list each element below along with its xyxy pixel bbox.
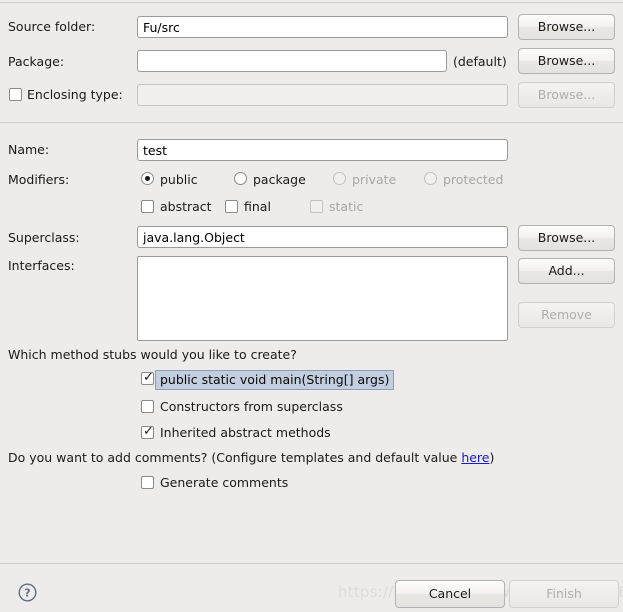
enclosing-type-browse-button: Browse... xyxy=(518,82,615,108)
superclass-input[interactable] xyxy=(137,226,508,248)
modifier-label-static: static xyxy=(329,199,363,215)
modifier-label-public: public xyxy=(160,172,198,188)
package-label: Package: xyxy=(8,54,64,70)
comments-question-suffix: ) xyxy=(489,450,494,465)
bottom-divider xyxy=(0,563,623,564)
class-name-label: Name: xyxy=(8,142,49,158)
modifier-label-package: package xyxy=(253,172,306,188)
cancel-button[interactable]: Cancel xyxy=(395,580,505,608)
comments-question: Do you want to add comments? (Configure … xyxy=(8,450,494,466)
package-browse-button[interactable]: Browse... xyxy=(518,48,615,74)
generate-comments-checkbox[interactable] xyxy=(141,476,154,489)
modifier-label-private: private xyxy=(352,172,396,188)
source-folder-label: Source folder: xyxy=(8,19,95,35)
modifiers-label: Modifiers: xyxy=(8,172,69,188)
interfaces-add-button[interactable]: Add... xyxy=(518,258,615,284)
finish-button: Finish xyxy=(509,580,619,608)
method-stub-checkbox-main[interactable]: ✓ xyxy=(141,372,154,385)
svg-text:?: ? xyxy=(24,587,30,600)
package-input[interactable] xyxy=(137,50,447,72)
help-circle-icon[interactable]: ? xyxy=(18,583,37,602)
modifier-radio-private xyxy=(333,172,346,185)
method-stub-label-constructors: Constructors from superclass xyxy=(160,399,343,415)
modifier-radio-public[interactable] xyxy=(141,172,154,185)
interfaces-remove-button: Remove xyxy=(518,302,615,328)
configure-templates-link[interactable]: here xyxy=(461,450,489,465)
top-divider xyxy=(0,2,623,3)
new-java-class-dialog: Source folder: Browse... Package: (defau… xyxy=(0,0,623,612)
modifier-label-final: final xyxy=(244,199,271,215)
radio-dot xyxy=(145,176,150,181)
comments-question-prefix: Do you want to add comments? (Configure … xyxy=(8,450,461,465)
method-stubs-question: Which method stubs would you like to cre… xyxy=(8,347,297,363)
modifier-radio-package[interactable] xyxy=(234,172,247,185)
package-default-label: (default) xyxy=(453,54,507,70)
middle-divider xyxy=(0,122,623,123)
method-stub-checkbox-inherited[interactable]: ✓ xyxy=(141,426,154,439)
generate-comments-label: Generate comments xyxy=(160,475,288,491)
method-stub-checkbox-constructors[interactable] xyxy=(141,400,154,413)
source-folder-browse-button[interactable]: Browse... xyxy=(518,14,615,40)
modifier-checkbox-abstract[interactable] xyxy=(141,200,154,213)
enclosing-type-input xyxy=(137,84,508,106)
modifier-label-abstract: abstract xyxy=(160,199,212,215)
class-name-input[interactable] xyxy=(137,139,508,161)
superclass-label: Superclass: xyxy=(8,230,80,246)
enclosing-type-label: Enclosing type: xyxy=(27,87,123,103)
modifier-label-protected: protected xyxy=(443,172,503,188)
enclosing-type-checkbox[interactable] xyxy=(9,88,22,101)
modifier-checkbox-final[interactable] xyxy=(225,200,238,213)
modifier-radio-protected xyxy=(424,172,437,185)
check-tick-icon: ✓ xyxy=(143,370,154,386)
modifier-checkbox-static xyxy=(310,200,323,213)
method-stub-label-main[interactable]: public static void main(String[] args) xyxy=(155,370,394,390)
interfaces-listbox[interactable] xyxy=(137,256,508,341)
method-stub-label-inherited: Inherited abstract methods xyxy=(160,425,331,441)
interfaces-label: Interfaces: xyxy=(8,258,75,274)
check-tick-icon: ✓ xyxy=(143,424,154,440)
superclass-browse-button[interactable]: Browse... xyxy=(518,225,615,251)
source-folder-input[interactable] xyxy=(137,16,508,38)
